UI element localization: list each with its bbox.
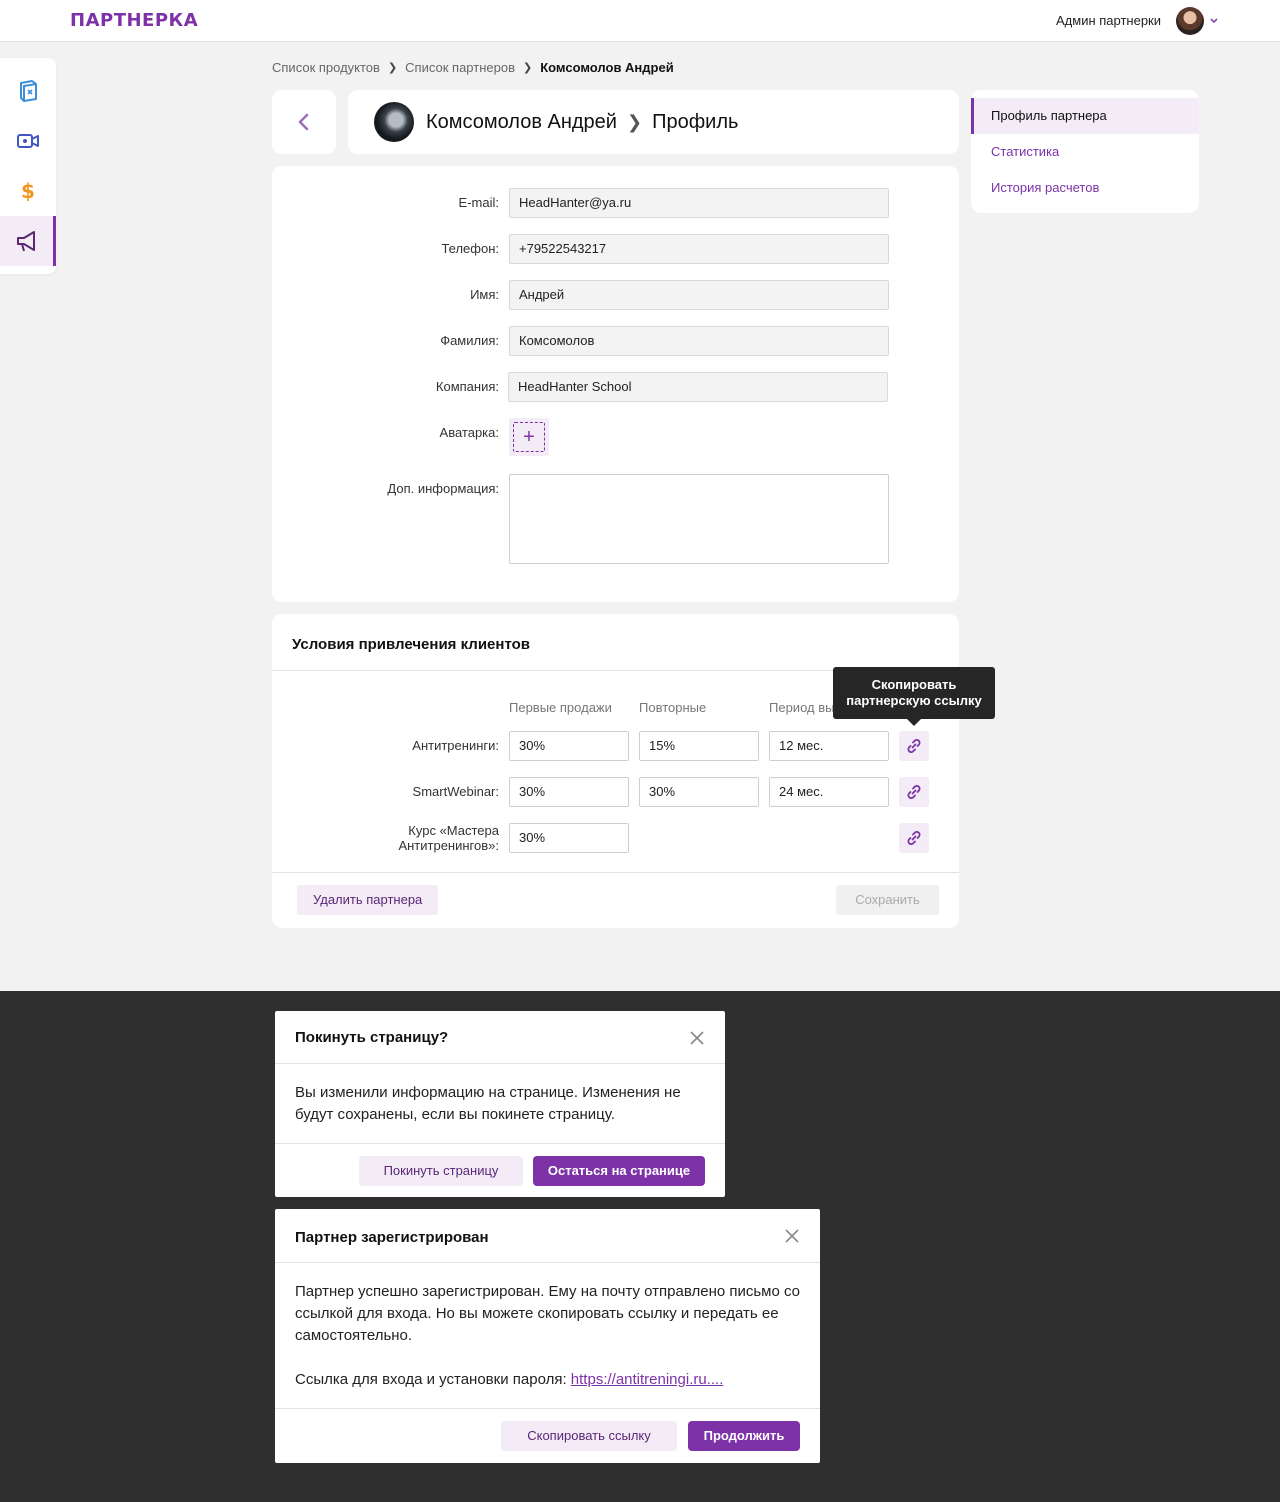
leave-page-button[interactable]: Покинуть страницу: [359, 1156, 523, 1186]
company-label: Компания:: [435, 379, 499, 394]
dollar-icon: $: [21, 179, 35, 203]
user-avatar[interactable]: [1176, 7, 1204, 35]
partner-avatar: [374, 102, 414, 142]
top-bar: ПАРТНЕРКА Админ партнерки: [0, 0, 1280, 42]
period-input[interactable]: 24 мес.: [769, 777, 889, 807]
first-sales-input[interactable]: 30%: [509, 731, 629, 761]
chevron-right-icon: ❯: [626, 112, 643, 132]
profile-menu: Профиль партнера Статистика История расч…: [971, 90, 1199, 213]
megaphone-icon: [16, 231, 35, 252]
breadcrumb: Список продуктов ❯ Список партнеров ❯ Ко…: [272, 60, 674, 75]
email-field[interactable]: HeadHanter@ya.ru: [509, 188, 889, 218]
menu-item-payments-history[interactable]: История расчетов: [971, 170, 1199, 206]
modal-overlay: Покинуть страницу? Вы изменили информаци…: [0, 991, 1280, 1502]
copy-link-button[interactable]: Скопировать ссылку: [501, 1421, 677, 1451]
tooltip-line: Скопировать: [871, 677, 957, 692]
copy-link-tooltip: Скопировать партнерскую ссылку: [833, 667, 995, 726]
continue-button[interactable]: Продолжить: [688, 1421, 800, 1451]
modal-title: Партнер зарегистрирован: [295, 1229, 489, 1246]
stay-on-page-button[interactable]: Остаться на странице: [533, 1156, 705, 1186]
row-label-course: Курс «Мастера Антитренингов»:: [398, 823, 499, 853]
section-name: Профиль: [652, 111, 739, 133]
user-name[interactable]: Админ партнерки: [1056, 13, 1161, 28]
close-icon[interactable]: [689, 1030, 705, 1046]
breadcrumb-item-products[interactable]: Список продуктов: [272, 60, 380, 75]
column-header-repeat: Повторные: [639, 700, 707, 715]
info-label: Доп. информация:: [387, 481, 499, 496]
copy-link-button[interactable]: [899, 777, 929, 807]
page-header: Комсомолов Андрей ❯ Профиль: [348, 90, 959, 154]
menu-item-statistics[interactable]: Статистика: [971, 134, 1199, 170]
row-label-line: Курс «Мастера: [408, 823, 499, 838]
video-camera-icon: [17, 134, 39, 148]
link-icon: [907, 739, 921, 753]
repeat-sales-input[interactable]: 30%: [639, 777, 759, 807]
sidebar: $: [0, 58, 56, 274]
name-label: Имя:: [470, 287, 499, 302]
chevron-right-icon: ❯: [522, 62, 533, 74]
partner-registered-modal: Партнер зарегистрирован Партнер успешно …: [275, 1209, 820, 1463]
profile-form: E-mail: HeadHanter@ya.ru Телефон: +79522…: [272, 166, 959, 602]
sidebar-item-webinars[interactable]: [0, 116, 56, 166]
first-sales-input[interactable]: 30%: [509, 823, 629, 853]
modal-body: Партнер успешно зарегистрирован. Ему на …: [295, 1283, 801, 1344]
back-button[interactable]: [272, 90, 336, 154]
name-field[interactable]: Андрей: [509, 280, 889, 310]
breadcrumb-current: Комсомолов Андрей: [540, 60, 674, 75]
conditions-title: Условия привлечения клиентов: [292, 636, 530, 653]
link-icon: [907, 831, 921, 845]
repeat-sales-input[interactable]: 15%: [639, 731, 759, 761]
login-link-row: Ссылка для входа и установки пароля: htt…: [295, 1369, 800, 1391]
surname-field[interactable]: Комсомолов: [509, 326, 889, 356]
email-label: E-mail:: [458, 195, 499, 210]
chevron-right-icon: ❯: [387, 62, 398, 74]
svg-text:$: $: [21, 179, 35, 203]
tooltip-line: партнерскую ссылку: [846, 693, 982, 708]
modal-header: Партнер зарегистрирован: [275, 1209, 820, 1263]
close-icon[interactable]: [784, 1228, 800, 1244]
logo[interactable]: ПАРТНЕРКА: [70, 10, 198, 31]
row-label-smartwebinar: SmartWebinar:: [412, 784, 499, 799]
period-input[interactable]: 12 мес.: [769, 731, 889, 761]
sidebar-item-products[interactable]: [0, 66, 56, 116]
phone-field[interactable]: +79522543217: [509, 234, 889, 264]
first-sales-input[interactable]: 30%: [509, 777, 629, 807]
partner-name: Комсомолов Андрей: [426, 111, 617, 133]
column-header-first-sales: Первые продажи: [509, 700, 612, 715]
leave-page-modal: Покинуть страницу? Вы изменили информаци…: [275, 1011, 725, 1197]
chevron-down-icon[interactable]: [1208, 14, 1220, 26]
row-label-antitreningi: Антитренинги:: [412, 738, 499, 753]
info-textarea[interactable]: [509, 474, 889, 564]
menu-item-profile[interactable]: Профиль партнера: [971, 98, 1199, 134]
modal-title: Покинуть страницу?: [295, 1029, 449, 1046]
page-title: Комсомолов Андрей ❯ Профиль: [426, 111, 738, 134]
sidebar-item-partners[interactable]: [0, 216, 56, 266]
avatar-upload-button[interactable]: +: [509, 418, 549, 456]
modal-header: Покинуть страницу?: [275, 1011, 725, 1064]
delete-partner-button[interactable]: Удалить партнера: [297, 885, 439, 915]
save-button[interactable]: Сохранить: [836, 885, 939, 915]
row-label-line: Антитренингов»:: [398, 838, 499, 853]
divider: [272, 872, 959, 873]
sidebar-item-finance[interactable]: $: [0, 166, 56, 216]
login-link[interactable]: https://antitreningi.ru....: [571, 1371, 724, 1388]
surname-label: Фамилия:: [440, 333, 499, 348]
divider: [275, 1143, 725, 1144]
company-field[interactable]: HeadHanter School: [508, 372, 888, 402]
modal-body: Вы изменили информацию на странице. Изме…: [295, 1084, 681, 1123]
conditions-card: Условия привлечения клиентов Первые прод…: [272, 614, 959, 928]
chevron-left-icon: [298, 113, 309, 131]
copy-link-button[interactable]: [899, 823, 929, 853]
book-icon: [20, 80, 37, 102]
copy-link-button[interactable]: [899, 731, 929, 761]
phone-label: Телефон:: [441, 241, 499, 256]
login-link-label: Ссылка для входа и установки пароля:: [295, 1371, 571, 1388]
divider: [275, 1408, 820, 1409]
plus-icon: +: [513, 422, 545, 452]
link-icon: [907, 785, 921, 799]
avatar-label: Аватарка:: [439, 425, 499, 440]
breadcrumb-item-partners[interactable]: Список партнеров: [405, 60, 515, 75]
